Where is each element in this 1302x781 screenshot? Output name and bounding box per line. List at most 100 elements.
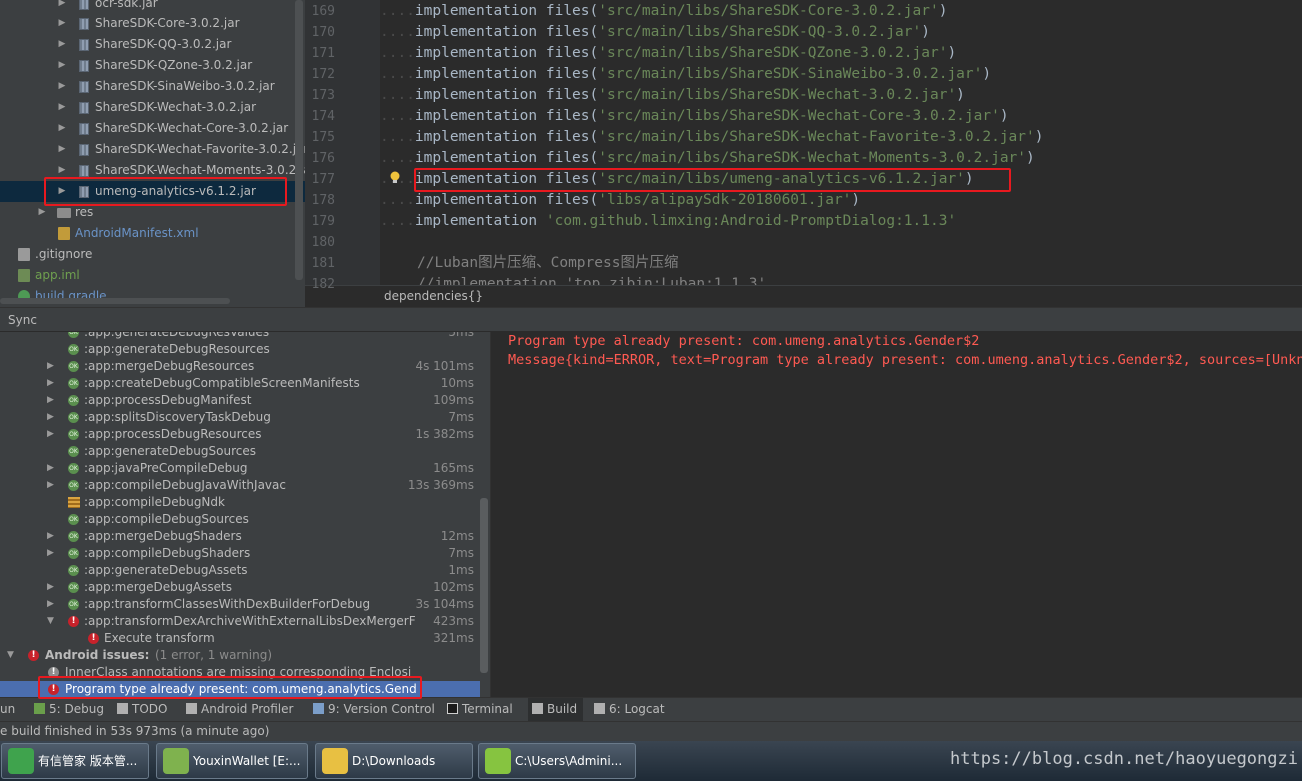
console-error-line[interactable]: Program type already present: com.umeng.… (508, 333, 979, 349)
expand-arrow-icon[interactable]: ▶ (57, 97, 67, 118)
folder-icon (57, 208, 71, 218)
expand-arrow-icon[interactable]: ▶ (47, 358, 54, 375)
tool-tab-vcs[interactable]: 9: Version Control (313, 698, 435, 721)
tool-tab-todo[interactable]: TODO (117, 698, 167, 721)
success-icon: OK (68, 429, 79, 440)
build-task-row[interactable]: ▶ OK:app:javaPreCompileDebug 165ms (0, 460, 480, 477)
build-task-row[interactable]: ▶ OK:app:createDebugCompatibleScreenManif… (0, 375, 480, 392)
highlight-box (414, 168, 1011, 192)
line-number: 180 (311, 235, 335, 250)
code-line[interactable]: ....implementation files('libs/alipaySdk… (380, 190, 860, 211)
tool-tab-profiler[interactable]: Android Profiler (186, 698, 293, 721)
code-line[interactable]: ....implementation files('src/main/libs/… (380, 64, 991, 85)
build-task-row[interactable]: OK:app:generateDebugResValues 5ms (0, 332, 480, 341)
expand-arrow-icon[interactable]: ▶ (47, 409, 54, 426)
build-task-row[interactable]: ▶ OK:app:compileDebugJavaWithJavac 13s 369… (0, 477, 480, 494)
project-tree-item[interactable]: .gitignore (0, 244, 305, 265)
build-task-row[interactable]: ▶ OK:app:mergeDebugShaders 12ms (0, 528, 480, 545)
build-task-row[interactable]: ! Execute transform 321ms (0, 630, 480, 647)
expand-arrow-icon[interactable]: ▶ (57, 76, 67, 97)
project-tree-hscrollbar[interactable] (0, 298, 230, 304)
lightbulb-icon[interactable] (388, 170, 402, 184)
build-task-row[interactable]: ▶ OK:app:splitsDiscoveryTaskDebug 7ms (0, 409, 480, 426)
collapse-arrow-icon[interactable]: ▼ (47, 613, 54, 630)
editor-breadcrumb[interactable]: dependencies{} (305, 285, 1302, 307)
project-tree-item[interactable]: ▶ ShareSDK-QZone-3.0.2.jar (0, 55, 305, 76)
tool-tab-debug[interactable]: 5: Debug (34, 698, 104, 721)
project-tree-item[interactable]: ▶ ShareSDK-SinaWeibo-3.0.2.jar (0, 76, 305, 97)
collapse-arrow-icon[interactable]: ▼ (7, 647, 14, 664)
expand-arrow-icon[interactable]: ▶ (47, 375, 54, 392)
debug-icon (34, 703, 45, 714)
tool-tab-build[interactable]: Build (528, 698, 584, 721)
tool-tab-terminal[interactable]: Terminal (447, 698, 513, 721)
build-task-row[interactable]: ▶ OK:app:mergeDebugResources 4s 101ms (0, 358, 480, 375)
build-task-row[interactable]: OK:app:generateDebugSources (0, 443, 480, 460)
expand-arrow-icon[interactable]: ▶ (57, 55, 67, 76)
console-error-line[interactable]: Message{kind=ERROR, text=Program type al… (508, 352, 1302, 368)
project-tree-item[interactable]: ▶ ocr-sdk.jar (0, 0, 305, 14)
expand-arrow-icon[interactable]: ▶ (57, 34, 67, 55)
success-icon: OK (68, 446, 79, 457)
build-task-row[interactable]: ▼!:app:transformDexArchiveWithExternalLi… (0, 613, 480, 630)
expand-arrow-icon[interactable]: ▶ (47, 528, 54, 545)
build-task-row[interactable]: OK:app:generateDebugResources (0, 341, 480, 358)
expand-arrow-icon[interactable]: ▶ (47, 460, 54, 477)
line-number: 175 (311, 130, 335, 145)
build-console[interactable]: Program type already present: com.umeng.… (490, 332, 1302, 697)
tool-tab-label: Terminal (462, 702, 513, 716)
project-tree-item[interactable]: ▶ ShareSDK-Wechat-Core-3.0.2.jar (0, 118, 305, 139)
expand-arrow-icon[interactable]: ▶ (57, 139, 67, 160)
code-line[interactable]: ....implementation 'com.github.limxing:A… (380, 211, 956, 232)
code-keyword: implementation files( (414, 150, 599, 166)
taskbar-button[interactable]: 有信管家 版本管... (1, 743, 149, 779)
build-task-time: 13s 369ms (407, 478, 474, 492)
taskbar-button[interactable]: D:\Downloads (315, 743, 473, 779)
tool-tab-run[interactable]: un (0, 698, 15, 721)
project-tree-panel: ▶ ocr-sdk.jar ▶ ShareSDK-Core-3.0.2.jar ▶ Sha… (0, 0, 305, 307)
build-task-row[interactable]: ▶ OK:app:processDebugResources 1s 382ms (0, 426, 480, 443)
taskbar-button[interactable]: YouxinWallet [E:... (156, 743, 308, 779)
expand-arrow-icon[interactable]: ▶ (57, 13, 67, 34)
expand-arrow-icon[interactable]: ▶ (57, 118, 67, 139)
project-tree-item[interactable]: AndroidManifest.xml (0, 223, 305, 244)
build-task-row[interactable]: OK:app:generateDebugAssets 1ms (0, 562, 480, 579)
tool-tab-logcat[interactable]: 6: Logcat (594, 698, 665, 721)
code-line[interactable]: ....implementation files('src/main/libs/… (380, 1, 947, 22)
project-tree-item[interactable]: ▶ ShareSDK-Core-3.0.2.jar (0, 13, 305, 34)
expand-arrow-icon[interactable]: ▶ (47, 477, 54, 494)
expand-arrow-icon[interactable]: ▶ (47, 392, 54, 409)
expand-arrow-icon[interactable]: ▶ (47, 426, 54, 443)
build-task-row[interactable]: :app:compileDebugNdk (0, 494, 480, 511)
build-output-tree[interactable]: OK:app:generateDebugResValues 5ms OK:app:g… (0, 332, 490, 697)
code-line[interactable]: ....implementation files('src/main/libs/… (380, 43, 956, 64)
code-line[interactable]: //Luban图片压缩、Compress图片压缩 (417, 253, 678, 274)
project-tree-item[interactable]: ▶ ShareSDK-Wechat-Favorite-3.0.2.jar (0, 139, 305, 160)
code-line[interactable]: ....implementation files('src/main/libs/… (380, 106, 1009, 127)
code-line[interactable]: ....implementation files('src/main/libs/… (380, 148, 1035, 169)
build-tab-sync[interactable]: Sync (0, 307, 1302, 332)
watermark: https://blog.csdn.net/haoyuegongzi (950, 749, 1298, 769)
project-tree-item[interactable]: app.iml (0, 265, 305, 286)
taskbar-button[interactable]: C:\Users\Admini... (478, 743, 636, 779)
build-task-row[interactable]: OK:app:compileDebugSources (0, 511, 480, 528)
project-tree-item[interactable]: ▶ ShareSDK-QQ-3.0.2.jar (0, 34, 305, 55)
expand-arrow-icon[interactable]: ▶ (47, 579, 54, 596)
code-line[interactable]: ....implementation files('src/main/libs/… (380, 22, 930, 43)
android-issues-row[interactable]: ▼! Android issues: (1 error, 1 warning) (0, 647, 480, 664)
build-task-time: 7ms (448, 410, 474, 424)
build-task-row[interactable]: ▶ OK:app:transformClassesWithDexBuilderFo… (0, 596, 480, 613)
build-tree-scrollbar[interactable] (480, 498, 488, 673)
build-task-row[interactable]: ▶ OK:app:processDebugManifest 109ms (0, 392, 480, 409)
build-task-row[interactable]: ▶ OK:app:mergeDebugAssets 102ms (0, 579, 480, 596)
expand-arrow-icon[interactable]: ▶ (47, 596, 54, 613)
code-line[interactable]: ....implementation files('src/main/libs/… (380, 85, 965, 106)
expand-arrow-icon[interactable]: ▶ (57, 0, 67, 14)
line-number: 176 (311, 151, 335, 166)
editor-scrollbar[interactable] (1290, 0, 1300, 285)
code-line[interactable]: ....implementation files('src/main/libs/… (380, 127, 1043, 148)
build-task-row[interactable]: ▶ OK:app:compileDebugShaders 7ms (0, 545, 480, 562)
expand-arrow-icon[interactable]: ▶ (47, 545, 54, 562)
project-tree-scrollbar[interactable] (295, 0, 303, 280)
project-tree-item[interactable]: ▶ ShareSDK-Wechat-3.0.2.jar (0, 97, 305, 118)
